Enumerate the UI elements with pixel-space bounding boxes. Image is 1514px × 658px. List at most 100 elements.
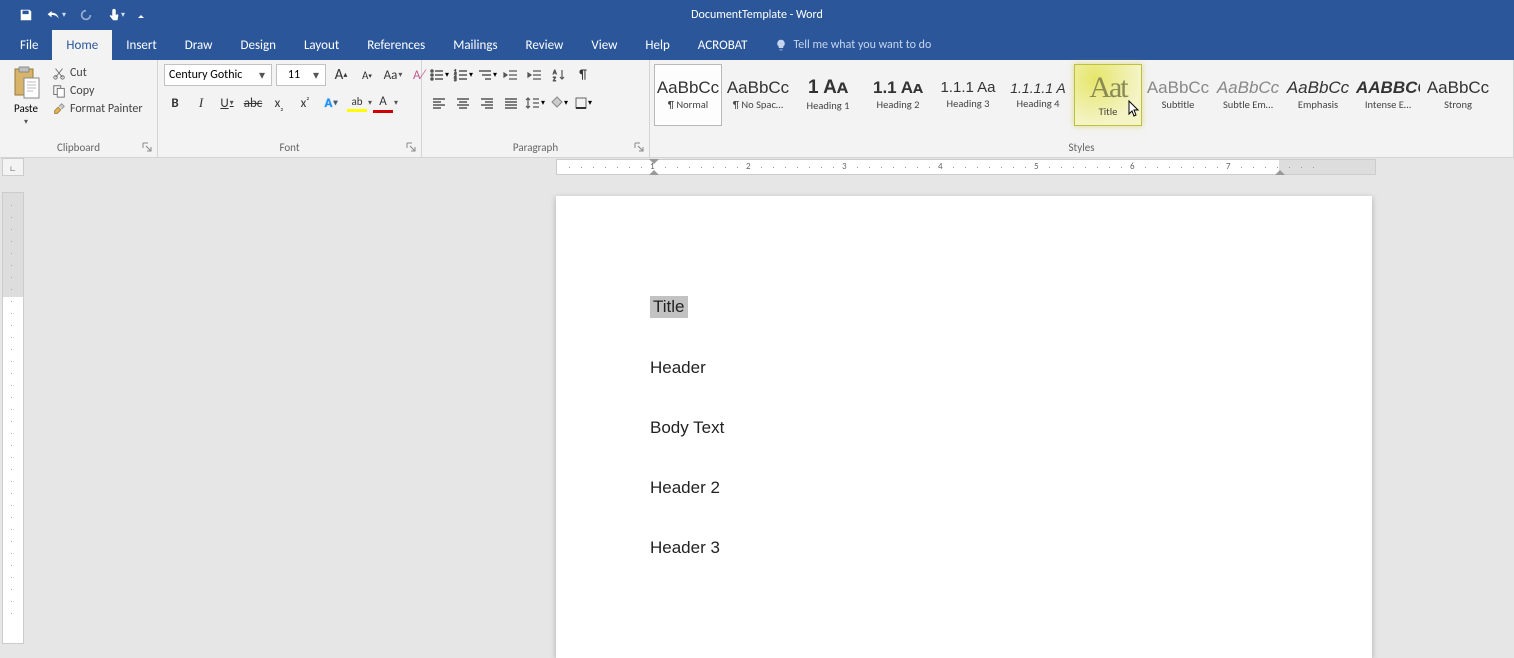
redo-icon[interactable] (74, 3, 98, 27)
paste-button[interactable]: Paste ▾ (6, 66, 46, 127)
bold-button[interactable]: B (164, 92, 186, 114)
doc-line-0[interactable]: Title (650, 296, 688, 318)
tab-references[interactable]: References (353, 30, 439, 60)
font-name-dropdown[interactable]: Century Gothic▾ (164, 64, 272, 86)
grow-font-button[interactable]: A▴ (330, 64, 352, 86)
clipboard-launcher-icon[interactable] (141, 141, 153, 153)
tab-help[interactable]: Help (631, 30, 683, 60)
tab-mailings[interactable]: Mailings (439, 30, 511, 60)
borders-button[interactable]: ▾ (572, 92, 594, 114)
subscript-button[interactable]: x (268, 92, 290, 114)
tab-review[interactable]: Review (512, 30, 578, 60)
align-right-button[interactable] (476, 92, 498, 114)
touch-mode-icon[interactable]: ▾ (104, 3, 128, 27)
quick-access-toolbar: ▾ ▾ (0, 3, 148, 27)
change-case-button[interactable]: Aa▾ (382, 64, 404, 86)
horizontal-ruler[interactable]: 1234567 (556, 159, 1376, 175)
group-styles: AaBbCc¶ NormalAaBbCc¶ No Spac…1 AᴀHeadin… (650, 60, 1514, 157)
strikethrough-button[interactable]: abc (242, 92, 264, 114)
ruler-row: ∟ 1234567 (0, 158, 1514, 176)
tab-view[interactable]: View (577, 30, 631, 60)
tab-layout[interactable]: Layout (290, 30, 353, 60)
maximize-icon[interactable] (1424, 5, 1464, 25)
sort-button[interactable]: AZ (548, 64, 570, 86)
font-size-dropdown[interactable]: 11▾ (276, 64, 326, 86)
underline-button[interactable]: U▾ (216, 92, 238, 114)
group-label-styles: Styles (650, 139, 1513, 157)
shading-button[interactable]: ▾ (548, 92, 570, 114)
highlight-button[interactable]: ab▾ (346, 92, 368, 114)
copy-button[interactable]: Copy (52, 84, 143, 98)
style-intense-e-[interactable]: AABBCCIntense E… (1354, 64, 1422, 126)
tab-design[interactable]: Design (226, 30, 289, 60)
cut-label: Cut (70, 66, 87, 80)
undo-icon[interactable]: ▾ (44, 3, 68, 27)
style-subtle-em-[interactable]: AaBbCc Subtle Em… (1214, 64, 1282, 126)
font-color-button[interactable]: A▾ (372, 92, 394, 114)
line-spacing-button[interactable]: ▾ (524, 92, 546, 114)
style-heading-4[interactable]: 1.1.1.1 A Heading 4 (1004, 64, 1072, 126)
style-preview: 1.1.1.1 A (1006, 81, 1070, 95)
align-center-button[interactable] (452, 92, 474, 114)
style-title[interactable]: AatTitle (1074, 64, 1142, 126)
style-name-label: Heading 4 (1005, 97, 1071, 110)
tab-file[interactable]: File (6, 30, 52, 60)
paragraph-launcher-icon[interactable] (633, 141, 645, 153)
style-name-label: Intense E… (1355, 98, 1421, 111)
style-heading-2[interactable]: 1.1 AᴀHeading 2 (864, 64, 932, 126)
style-heading-3[interactable]: 1.1.1 AaHeading 3 (934, 64, 1002, 126)
tab-acrobat[interactable]: ACROBAT (684, 30, 762, 60)
format-painter-button[interactable]: Format Painter (52, 102, 143, 116)
window-title: DocumentTemplate - Word (691, 8, 823, 22)
align-left-button[interactable] (428, 92, 450, 114)
document-page[interactable]: Title Header Body Text Header 2 Header 3 (556, 196, 1372, 658)
save-icon[interactable] (14, 3, 38, 27)
style-name-label: Subtle Em… (1215, 98, 1281, 111)
numbering-button[interactable]: 123▾ (452, 64, 474, 86)
doc-line-4[interactable]: Header 3 (650, 538, 720, 558)
style--normal[interactable]: AaBbCc¶ Normal (654, 64, 722, 126)
style-name-label: Emphasis (1285, 98, 1351, 111)
style--no-spac-[interactable]: AaBbCc¶ No Spac… (724, 64, 792, 126)
font-launcher-icon[interactable] (405, 141, 417, 153)
style-strong[interactable]: AaBbCcStrong (1424, 64, 1492, 126)
multilevel-list-button[interactable]: ▾ (476, 64, 498, 86)
group-paragraph: ▾ 123▾ ▾ AZ ¶ ▾ ▾ ▾ (422, 60, 650, 157)
group-font: Century Gothic▾ 11▾ A▴ A▾ Aa▾ A⁄ B I U▾ … (158, 60, 422, 157)
superscript-button[interactable]: x (294, 92, 316, 114)
style-preview: 1.1.1 Aa (936, 80, 1000, 95)
show-marks-button[interactable]: ¶ (572, 64, 594, 86)
minimize-icon[interactable] (1380, 5, 1420, 25)
svg-text:3: 3 (454, 77, 457, 82)
tab-insert[interactable]: Insert (112, 30, 171, 60)
group-clipboard: Paste ▾ Cut Copy Format Painter (0, 60, 158, 157)
decrease-indent-button[interactable] (500, 64, 522, 86)
style-subtitle[interactable]: AaBbCcSubtitle (1144, 64, 1212, 126)
tell-me-search[interactable]: Tell me what you want to do (775, 30, 931, 60)
doc-line-2[interactable]: Body Text (650, 418, 724, 438)
cut-button[interactable]: Cut (52, 66, 143, 80)
group-label-font: Font (158, 139, 421, 157)
style-preview: Aat (1076, 73, 1140, 103)
style-emphasis[interactable]: AaBbCc Emphasis (1284, 64, 1352, 126)
tab-draw[interactable]: Draw (171, 30, 227, 60)
style-preview: AaBbCc (1286, 79, 1350, 96)
justify-button[interactable] (500, 92, 522, 114)
increase-indent-button[interactable] (524, 64, 546, 86)
ribbon: Paste ▾ Cut Copy Format Painter (0, 60, 1514, 158)
text-effects-button[interactable]: A▾ (320, 92, 342, 114)
style-preview: AaBbCc (1216, 79, 1280, 96)
italic-button[interactable]: I (190, 92, 212, 114)
qat-customize-icon[interactable] (134, 3, 148, 27)
shrink-font-button[interactable]: A▾ (356, 64, 378, 86)
doc-line-1[interactable]: Header (650, 358, 706, 378)
style-heading-1[interactable]: 1 AᴀHeading 1 (794, 64, 862, 126)
style-preview: AaBbCc (656, 79, 720, 96)
vertical-ruler[interactable] (2, 192, 24, 644)
tab-selector[interactable]: ∟ (2, 158, 24, 176)
doc-line-3[interactable]: Header 2 (650, 478, 720, 498)
close-icon[interactable] (1468, 5, 1508, 25)
font-size-value: 11 (281, 68, 307, 82)
tab-home[interactable]: Home (52, 30, 112, 60)
bullets-button[interactable]: ▾ (428, 64, 450, 86)
